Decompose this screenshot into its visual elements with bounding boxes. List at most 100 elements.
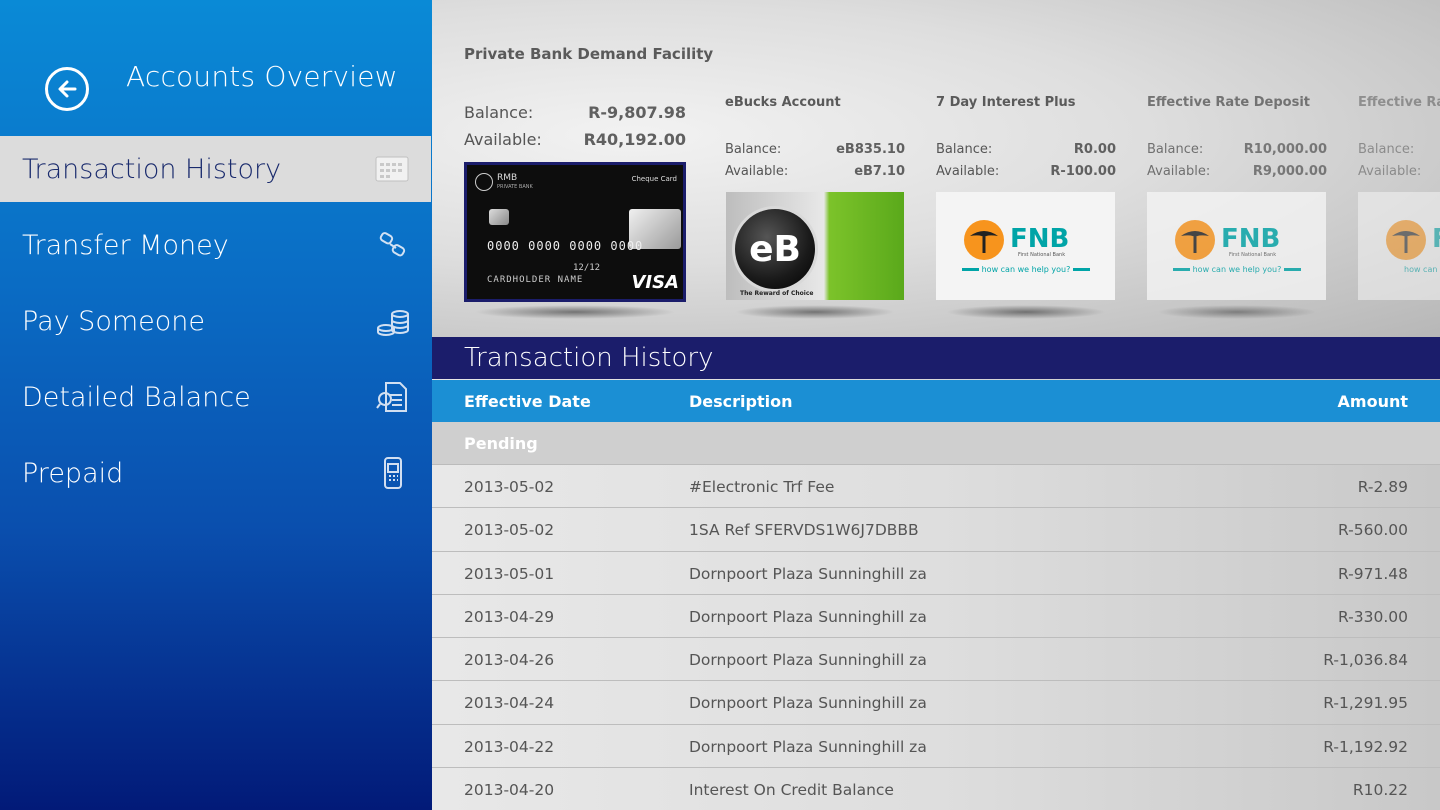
card-shadow — [735, 305, 895, 319]
column-header-date[interactable]: Effective Date — [464, 392, 591, 411]
visa-logo: VISA — [631, 272, 679, 293]
transfer-icon — [376, 228, 410, 262]
balance-value: R-9,807.98 — [588, 103, 686, 122]
fnb-tree-icon — [1386, 220, 1426, 260]
available-row: Available: R40,192.00 — [464, 130, 686, 149]
sidebar-item-label: Pay Someone — [22, 305, 205, 337]
account-name: eBucks Account — [725, 95, 841, 110]
back-button[interactable] — [45, 67, 89, 111]
row-date: 2013-05-01 — [464, 564, 555, 583]
table-row[interactable]: 2013-04-20 Interest On Credit Balance R10.… — [432, 768, 1440, 810]
fnb-logo-text: FNB — [1432, 224, 1440, 254]
table-row[interactable]: 2013-04-26 Dornpoort Plaza Sunninghill za… — [432, 638, 1440, 682]
row-amount: R-1,036.84 — [1323, 651, 1408, 670]
balance-label: Balance: — [936, 142, 993, 157]
available-value: R40,192.00 — [583, 130, 686, 149]
chip-icon — [489, 209, 509, 225]
available-value: R-100.00 — [1050, 164, 1116, 179]
balance-label: Balance: — [725, 142, 782, 157]
table-row[interactable]: 2013-04-24 Dornpoort Plaza Sunninghill za… — [432, 681, 1440, 725]
row-amount: R-2.89 — [1357, 478, 1408, 496]
column-header-description[interactable]: Description — [689, 392, 792, 411]
table-row[interactable]: 2013-04-22 Dornpoort Plaza Sunninghill za… — [432, 724, 1440, 769]
row-date: 2013-05-02 — [464, 521, 555, 540]
available-label: Available: — [725, 164, 789, 179]
balance-value: R10,000.00 — [1243, 142, 1327, 157]
sidebar-header: Accounts Overview — [0, 0, 432, 136]
account-tile[interactable]: Effective Rate Deposit Balance: R10,000.… — [1147, 0, 1327, 330]
row-description: Dornpoort Plaza Sunninghill za — [689, 651, 927, 670]
balance-label: Balance: — [1358, 142, 1415, 157]
account-name: 7 Day Interest Plus — [936, 95, 1076, 110]
available-row: Available: R9,000.00 — [1147, 164, 1327, 179]
page-title: Accounts Overview — [126, 60, 398, 93]
card-shadow — [474, 305, 676, 319]
balance-label: Balance: — [464, 103, 534, 122]
card-type: Cheque Card — [631, 175, 677, 183]
row-amount: R-1,192.92 — [1323, 737, 1408, 756]
fnb-card: FNB how can — [1358, 192, 1440, 300]
column-header-amount[interactable]: Amount — [1338, 392, 1408, 411]
fnb-logo-text: FNB — [1010, 224, 1070, 254]
account-tile[interactable]: Effective Rate Balance: Available: FNB h… — [1358, 0, 1440, 330]
ebucks-tagline: The Reward of Choice — [740, 290, 814, 297]
available-value: eB7.10 — [854, 164, 905, 179]
fnb-tagline: how can we help you? — [1192, 265, 1282, 274]
row-description: Dornpoort Plaza Sunninghill za — [689, 737, 927, 756]
sidebar-item-pay-someone[interactable]: Pay Someone — [0, 288, 432, 354]
row-amount: R-330.00 — [1338, 607, 1408, 626]
pending-group-header: Pending — [432, 422, 1440, 465]
sidebar-item-detailed-balance[interactable]: Detailed Balance — [0, 364, 432, 430]
table-row[interactable]: 2013-05-01 Dornpoort Plaza Sunninghill za… — [432, 551, 1440, 595]
document-search-icon — [376, 380, 410, 414]
sidebar-item-label: Transaction History — [22, 153, 282, 185]
table-row[interactable]: 2013-04-29 Dornpoort Plaza Sunninghill za… — [432, 594, 1440, 639]
accounts-carousel: Private Bank Demand Facility Balance: R-… — [432, 0, 1440, 337]
available-label: Available: — [1358, 164, 1422, 179]
row-date: 2013-04-24 — [464, 694, 555, 713]
sidebar-item-transaction-history[interactable]: Transaction History — [0, 136, 431, 202]
account-name: Effective Rate Deposit — [1147, 95, 1311, 110]
ebucks-logo: eB — [732, 206, 818, 292]
available-label: Available: — [1147, 164, 1211, 179]
calendar-icon — [375, 152, 409, 186]
balance-row: Balance: — [1358, 142, 1440, 157]
table-row[interactable]: 2013-05-02 1SA Ref SFERVDS1W6J7DBBB R-560.… — [432, 508, 1440, 552]
row-date: 2013-04-29 — [464, 607, 555, 626]
row-amount: R-971.48 — [1338, 564, 1408, 583]
ebucks-logo-text: eB — [749, 228, 801, 270]
sidebar-item-label: Detailed Balance — [22, 381, 251, 413]
account-tile[interactable]: Private Bank Demand Facility Balance: R-… — [464, 0, 713, 330]
fnb-card: FNB First National Bank how can we help … — [1147, 192, 1326, 300]
available-value: R9,000.00 — [1252, 164, 1327, 179]
row-description: 1SA Ref SFERVDS1W6J7DBBB — [689, 521, 919, 540]
card-shadow — [946, 305, 1106, 319]
rmb-logo-icon — [475, 173, 493, 191]
available-row: Available: eB7.10 — [725, 164, 905, 179]
sidebar-item-label: Transfer Money — [22, 229, 229, 261]
table-header: Effective Date Description Amount — [432, 380, 1440, 422]
row-description: Interest On Credit Balance — [689, 781, 894, 800]
sidebar-item-prepaid[interactable]: Prepaid — [0, 440, 432, 506]
fnb-tree-icon — [1175, 220, 1215, 260]
main-content: Private Bank Demand Facility Balance: R-… — [432, 0, 1440, 810]
balance-label: Balance: — [1147, 142, 1204, 157]
fnb-tagline: how can we help you? — [981, 265, 1071, 274]
row-date: 2013-04-22 — [464, 737, 555, 756]
rmb-cheque-card: RMB PRIVATE BANK Cheque Card 0000 0000 0… — [464, 162, 686, 302]
card-holder: CARDHOLDER NAME — [487, 275, 584, 285]
back-arrow-icon — [58, 80, 77, 98]
coins-icon — [376, 304, 410, 338]
row-description: Dornpoort Plaza Sunninghill za — [689, 564, 927, 583]
account-tile[interactable]: 7 Day Interest Plus Balance: R0.00 Avail… — [936, 0, 1116, 330]
row-description: #Electronic Trf Fee — [689, 478, 835, 496]
balance-value: R0.00 — [1073, 142, 1116, 157]
row-description: Dornpoort Plaza Sunninghill za — [689, 694, 927, 713]
account-tile[interactable]: eBucks Account Balance: eB835.10 Availab… — [725, 0, 905, 330]
row-amount: R10.22 — [1352, 781, 1408, 800]
ebucks-card: eB The Reward of Choice — [726, 192, 904, 300]
row-date: 2013-04-20 — [464, 781, 555, 800]
table-row[interactable]: 2013-05-02 #Electronic Trf Fee R-2.89 — [432, 465, 1440, 509]
sidebar-item-transfer-money[interactable]: Transfer Money — [0, 212, 432, 278]
row-amount: R-1,291.95 — [1323, 694, 1408, 713]
